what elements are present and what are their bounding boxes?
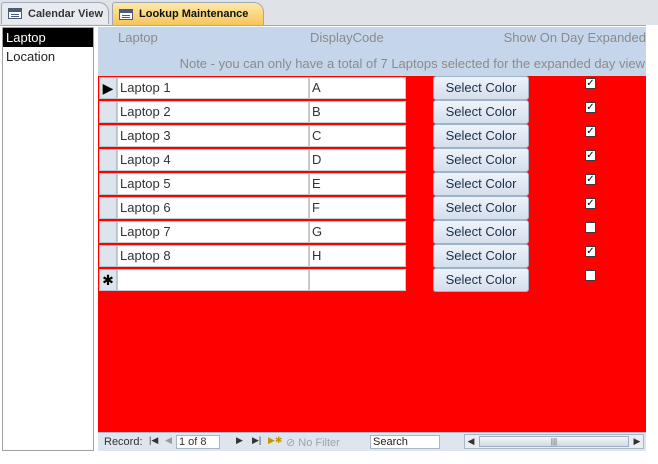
table-row: Laptop 2 B Select Color ✓ [98, 100, 646, 125]
laptop-name-field[interactable]: Laptop 2 [117, 101, 309, 123]
current-record-selector[interactable]: ▶ [99, 77, 117, 99]
table-row: Laptop 4 D Select Color ✓ [98, 148, 646, 173]
record-position-field[interactable]: 1 of 8 [176, 435, 220, 449]
select-color-button[interactable]: Select Color [433, 244, 529, 268]
filter-label: No Filter [298, 437, 340, 449]
laptop-name-field[interactable]: Laptop 5 [117, 173, 309, 195]
table-row: Laptop 8 H Select Color ✓ [98, 244, 646, 269]
horizontal-scrollbar[interactable]: ◀ ||| ▶ [464, 434, 644, 449]
record-selector[interactable] [99, 245, 117, 267]
display-code-field[interactable]: G [309, 221, 406, 243]
record-selector[interactable] [99, 125, 117, 147]
display-code-field[interactable] [309, 269, 406, 291]
list-item-laptop[interactable]: Laptop [3, 28, 93, 47]
record-selector[interactable] [99, 101, 117, 123]
tab-label: Lookup Maintenance [139, 8, 249, 20]
select-color-button[interactable]: Select Color [433, 196, 529, 220]
lookup-type-list[interactable]: Laptop Location [2, 27, 94, 451]
tab-lookup-maintenance[interactable]: Lookup Maintenance [112, 2, 264, 25]
show-on-day-expanded-checkbox[interactable]: ✓ [585, 246, 596, 257]
form-icon [8, 8, 22, 19]
right-margin [646, 25, 658, 464]
select-color-button[interactable]: Select Color [433, 172, 529, 196]
laptop-name-field[interactable]: Laptop 1 [117, 77, 309, 99]
note-label: Note - you can only have a total of 7 La… [179, 56, 645, 71]
display-code-field[interactable]: E [309, 173, 406, 195]
laptop-name-field[interactable]: Laptop 4 [117, 149, 309, 171]
show-on-day-expanded-checkbox[interactable]: ✓ [585, 78, 596, 89]
select-color-button[interactable]: Select Color [433, 124, 529, 148]
display-code-field[interactable]: H [309, 245, 406, 267]
new-record-selector[interactable]: ✱ [99, 269, 117, 291]
subform-detail: Laptop DisplayCode Show On Day Expanded … [98, 27, 646, 432]
display-code-field[interactable]: B [309, 101, 406, 123]
next-record-icon[interactable]: ▶ [236, 435, 243, 446]
table-row: Laptop 6 F Select Color ✓ [98, 196, 646, 221]
record-label: Record: [104, 436, 143, 448]
list-item-location[interactable]: Location [3, 47, 93, 66]
select-color-button[interactable]: Select Color [433, 76, 529, 100]
table-row: Laptop 7 G Select Color [98, 220, 646, 245]
show-on-day-expanded-checkbox[interactable] [585, 270, 596, 281]
show-on-day-expanded-checkbox[interactable]: ✓ [585, 150, 596, 161]
first-record-icon[interactable]: |◀ [149, 435, 158, 446]
record-selector[interactable] [99, 197, 117, 219]
filter-status[interactable]: ⊘ No Filter [286, 436, 340, 449]
record-navigation-bar: Record: |◀ ◀ 1 of 8 ▶ ▶| ▶✱ ⊘ No Filter … [98, 432, 646, 451]
column-header-display-code: DisplayCode [310, 30, 384, 45]
display-code-field[interactable]: F [309, 197, 406, 219]
new-record-row: ✱ Select Color [98, 268, 646, 293]
tab-label: Calendar View [28, 7, 103, 20]
display-code-field[interactable]: A [309, 77, 406, 99]
record-selector[interactable] [99, 149, 117, 171]
scroll-thumb[interactable]: ||| [479, 436, 629, 447]
show-on-day-expanded-checkbox[interactable]: ✓ [585, 174, 596, 185]
laptop-name-field[interactable]: Laptop 3 [117, 125, 309, 147]
laptop-name-field[interactable] [117, 269, 309, 291]
new-record-icon[interactable]: ▶✱ [268, 435, 282, 446]
scroll-left-icon[interactable]: ◀ [465, 434, 477, 448]
display-code-field[interactable]: D [309, 149, 406, 171]
show-on-day-expanded-checkbox[interactable]: ✓ [585, 102, 596, 113]
table-row: ▶ Laptop 1 A Select Color ✓ [98, 76, 646, 101]
form-header: Laptop DisplayCode Show On Day Expanded … [98, 27, 646, 76]
table-row: Laptop 5 E Select Color ✓ [98, 172, 646, 197]
show-on-day-expanded-checkbox[interactable]: ✓ [585, 126, 596, 137]
table-row: Laptop 3 C Select Color ✓ [98, 124, 646, 149]
filter-icon: ⊘ [286, 437, 296, 449]
select-color-button[interactable]: Select Color [433, 220, 529, 244]
show-on-day-expanded-checkbox[interactable] [585, 222, 596, 233]
scroll-right-icon[interactable]: ▶ [631, 434, 643, 448]
laptop-name-field[interactable]: Laptop 6 [117, 197, 309, 219]
column-header-laptop: Laptop [118, 30, 158, 45]
display-code-field[interactable]: C [309, 125, 406, 147]
select-color-button[interactable]: Select Color [433, 268, 529, 292]
laptop-name-field[interactable]: Laptop 8 [117, 245, 309, 267]
select-color-button[interactable]: Select Color [433, 148, 529, 172]
document-tab-strip: Calendar View Lookup Maintenance [0, 0, 658, 26]
select-color-button[interactable]: Select Color [433, 100, 529, 124]
previous-record-icon[interactable]: ◀ [165, 435, 172, 446]
record-selector[interactable] [99, 173, 117, 195]
record-selector[interactable] [99, 221, 117, 243]
form-icon [119, 8, 133, 20]
laptop-name-field[interactable]: Laptop 7 [117, 221, 309, 243]
last-record-icon[interactable]: ▶| [252, 435, 261, 446]
search-input[interactable]: Search [370, 435, 440, 449]
show-on-day-expanded-checkbox[interactable]: ✓ [585, 198, 596, 209]
tab-calendar-view[interactable]: Calendar View [1, 2, 109, 24]
column-header-show-on-day-expanded: Show On Day Expanded [503, 30, 646, 45]
